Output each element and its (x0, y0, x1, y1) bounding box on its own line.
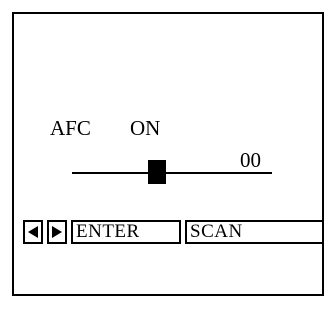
enter-button[interactable]: ENTER (71, 220, 181, 244)
afc-settings-screen: AFC ON 00 ENTER SCAN (12, 12, 324, 296)
afc-label: AFC (50, 116, 91, 140)
right-arrow-button[interactable] (47, 220, 67, 244)
triangle-right-icon (52, 226, 62, 238)
slider-value: 00 (240, 148, 261, 172)
afc-value: ON (130, 116, 161, 140)
left-arrow-button[interactable] (23, 220, 43, 244)
scan-button[interactable]: SCAN (185, 220, 322, 244)
triangle-left-icon (28, 226, 38, 238)
slider-track[interactable] (72, 172, 272, 174)
slider-thumb[interactable] (148, 160, 166, 184)
